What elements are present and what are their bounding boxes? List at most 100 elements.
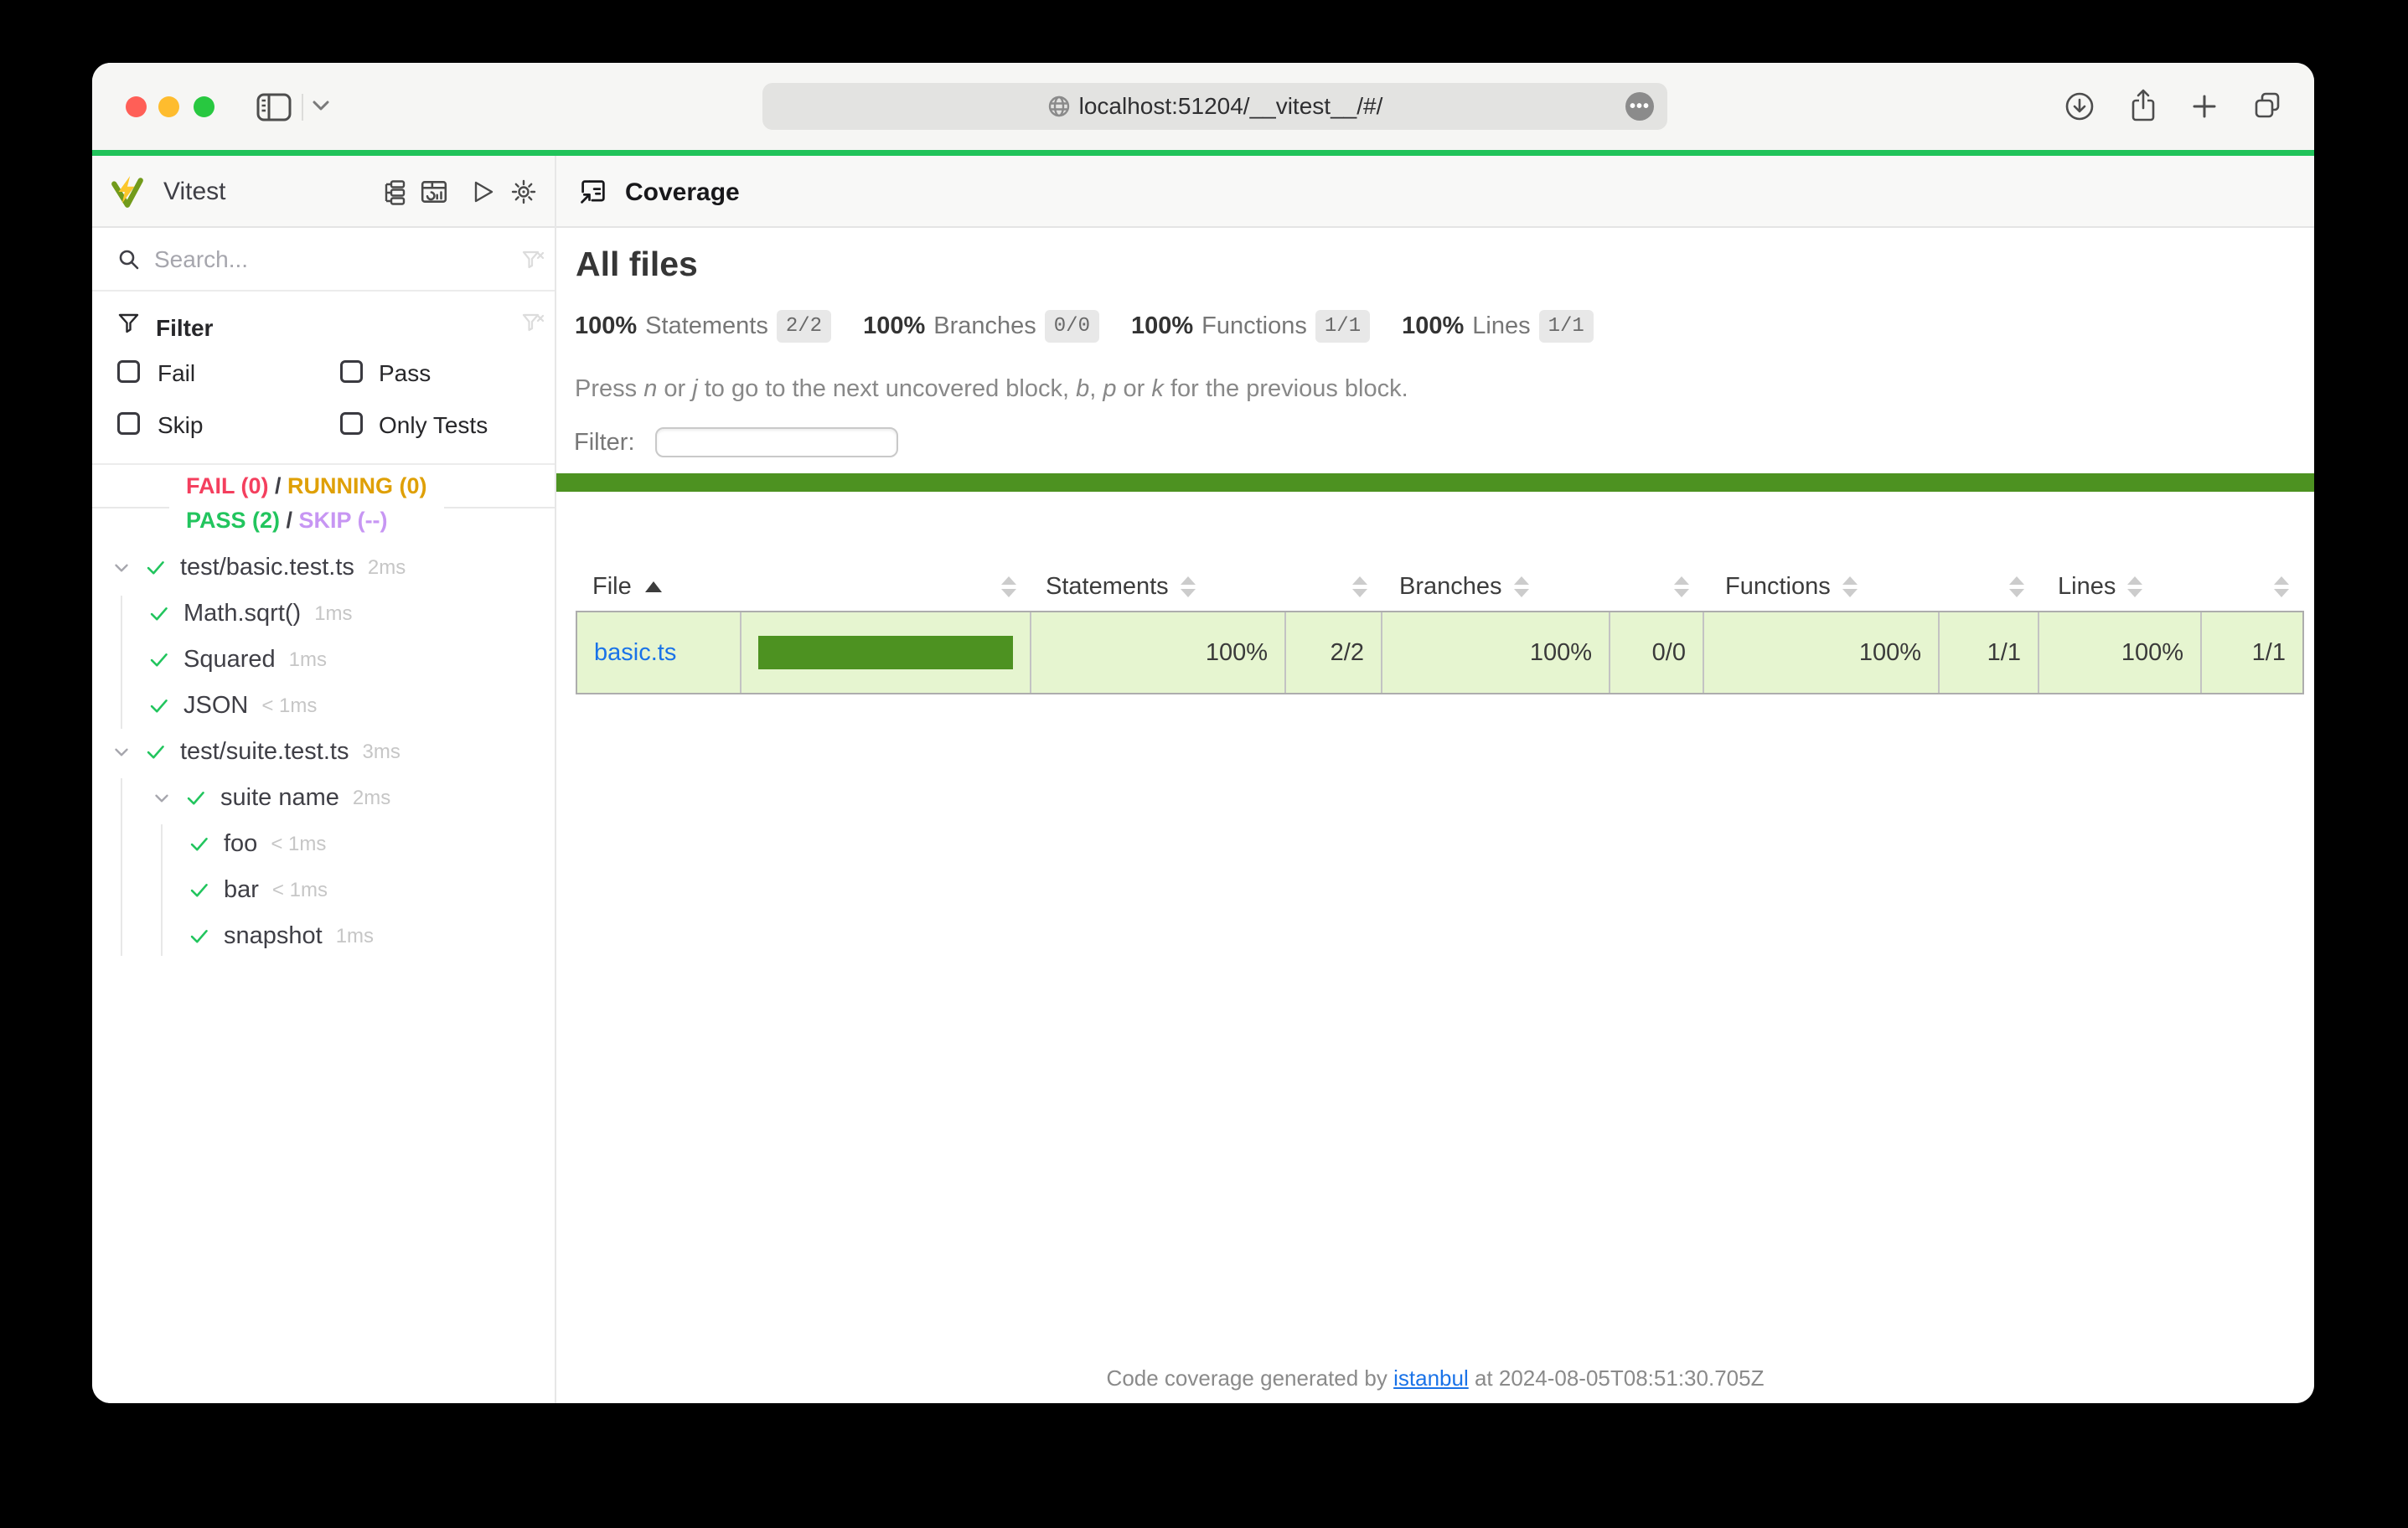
tree-row-suite[interactable]: suite name 2ms [92, 775, 555, 821]
minimize-window-button[interactable] [158, 96, 179, 117]
stat-fraction: 0/0 [1045, 310, 1099, 343]
url-text: localhost:51204/__vitest__/#/ [1079, 93, 1383, 120]
clear-search-filter-icon[interactable] [521, 249, 545, 272]
stat-statements: 100% Statements 2/2 [575, 310, 831, 343]
column-header-branches-raw[interactable] [1610, 576, 1704, 597]
column-label: Statements [1046, 573, 1169, 601]
dashboard-icon[interactable] [420, 178, 448, 205]
column-header-chart[interactable] [742, 576, 1031, 597]
stat-percent: 100% [1131, 312, 1193, 340]
sorter-icon[interactable] [1001, 576, 1016, 597]
sorter-icon[interactable] [1514, 576, 1529, 597]
stat-percent: 100% [863, 312, 925, 340]
search-icon [117, 248, 141, 271]
tree-row-test[interactable]: snapshot 1ms [92, 913, 555, 959]
pass-count: PASS (2) [186, 508, 280, 533]
coverage-fill-bar [758, 636, 1013, 669]
share-icon[interactable] [2128, 88, 2158, 123]
fail-count: FAIL (0) [186, 473, 269, 498]
checkbox-fail[interactable] [117, 360, 140, 383]
sorter-icon[interactable] [1842, 576, 1858, 597]
checkbox-pass[interactable] [340, 360, 363, 383]
new-tab-icon[interactable] [2190, 92, 2219, 121]
coverage-filter-row: Filter: [574, 426, 898, 459]
downloads-icon[interactable] [2064, 91, 2095, 121]
run-all-icon[interactable] [469, 178, 496, 205]
column-label: Functions [1725, 573, 1831, 601]
theme-toggle-sun-icon[interactable] [510, 178, 537, 205]
tree-duration: 1ms [336, 925, 374, 948]
sorter-icon[interactable] [1352, 576, 1367, 597]
column-header-lines[interactable]: Lines [2039, 573, 2202, 601]
tree-duration: 2ms [353, 787, 390, 810]
tree-row-test[interactable]: Math.sqrt() 1ms [92, 591, 555, 637]
tree-row-test[interactable]: foo < 1ms [92, 821, 555, 867]
filter-title: Filter [156, 315, 213, 342]
column-header-functions-raw[interactable] [1940, 576, 2039, 597]
checkbox-skip-label[interactable]: Skip [158, 412, 203, 439]
sorter-icon[interactable] [1181, 576, 1196, 597]
coverage-status-line [556, 473, 2314, 492]
check-icon [147, 602, 170, 625]
tree-label: Math.sqrt() [183, 600, 301, 627]
file-link[interactable]: basic.ts [577, 639, 676, 667]
sorter-icon[interactable] [1674, 576, 1689, 597]
istanbul-link[interactable]: istanbul [1393, 1365, 1469, 1391]
tab-overview-icon[interactable] [2252, 90, 2282, 121]
column-header-file[interactable]: File [576, 573, 742, 601]
filter-panel: Filter Fail Pass Skip Only Tests [92, 292, 555, 465]
checkbox-only-tests[interactable] [340, 412, 363, 435]
zoom-window-button[interactable] [194, 96, 214, 117]
tree-row-file[interactable]: test/suite.test.ts 3ms [92, 729, 555, 775]
test-progress-bar [92, 150, 2314, 156]
chevron-down-icon[interactable] [312, 99, 330, 112]
browser-toolbar: localhost:51204/__vitest__/#/ ••• [92, 63, 2314, 150]
tree-row-test[interactable]: Squared 1ms [92, 637, 555, 683]
running-count: RUNNING (0) [287, 473, 427, 498]
chevron-down-icon[interactable] [111, 557, 132, 579]
cell-statements-raw: 2/2 [1286, 612, 1382, 693]
coverage-table-header: File Statements Branches [576, 562, 2304, 611]
coverage-heading: All files [576, 245, 698, 284]
sorter-icon[interactable] [2009, 576, 2024, 597]
tree-row-test[interactable]: bar < 1ms [92, 867, 555, 913]
stat-fraction: 1/1 [1539, 310, 1594, 343]
sidebar-toggle-icon[interactable] [256, 92, 292, 122]
summary-separator: / [280, 508, 299, 533]
column-header-lines-raw[interactable] [2202, 576, 2304, 597]
chevron-down-icon[interactable] [111, 741, 132, 763]
address-bar[interactable]: localhost:51204/__vitest__/#/ ••• [762, 83, 1667, 130]
column-header-functions[interactable]: Functions [1704, 573, 1940, 601]
stat-lines: 100% Lines 1/1 [1402, 310, 1594, 343]
globe-icon [1047, 95, 1071, 118]
tree-label: JSON [183, 692, 248, 720]
tree-label: test/basic.test.ts [180, 554, 354, 581]
page-settings-button[interactable]: ••• [1625, 92, 1654, 121]
summary-line-pass-skip: PASS (2) / SKIP (--) [186, 503, 427, 538]
column-header-branches[interactable]: Branches [1382, 573, 1610, 601]
stat-fraction: 2/2 [777, 310, 831, 343]
tree-label: test/suite.test.ts [180, 738, 349, 766]
close-window-button[interactable] [126, 96, 147, 117]
skip-count: SKIP (--) [299, 508, 388, 533]
checkbox-only-tests-label[interactable]: Only Tests [379, 412, 488, 439]
tree-view-icon[interactable] [380, 178, 407, 205]
coverage-filter-input[interactable] [655, 427, 898, 457]
tree-label: bar [224, 876, 259, 904]
checkbox-fail-label[interactable]: Fail [158, 360, 195, 387]
column-label: File [592, 573, 632, 601]
summary-separator: / [269, 473, 288, 498]
clear-filters-icon[interactable] [521, 312, 545, 335]
tree-row-file[interactable]: test/basic.test.ts 2ms [92, 545, 555, 591]
coverage-footer: Code coverage generated by istanbul at 2… [556, 1365, 2314, 1391]
search-input[interactable] [152, 240, 508, 280]
tree-row-test[interactable]: JSON < 1ms [92, 683, 555, 729]
chevron-down-icon[interactable] [151, 787, 173, 809]
checkbox-pass-label[interactable]: Pass [379, 360, 431, 387]
sorter-icon[interactable] [2274, 576, 2289, 597]
column-header-statements[interactable]: Statements [1031, 573, 1286, 601]
tree-duration: < 1ms [261, 694, 317, 718]
checkbox-skip[interactable] [117, 412, 140, 435]
column-header-statements-raw[interactable] [1286, 576, 1382, 597]
sorter-icon[interactable] [2127, 576, 2142, 597]
